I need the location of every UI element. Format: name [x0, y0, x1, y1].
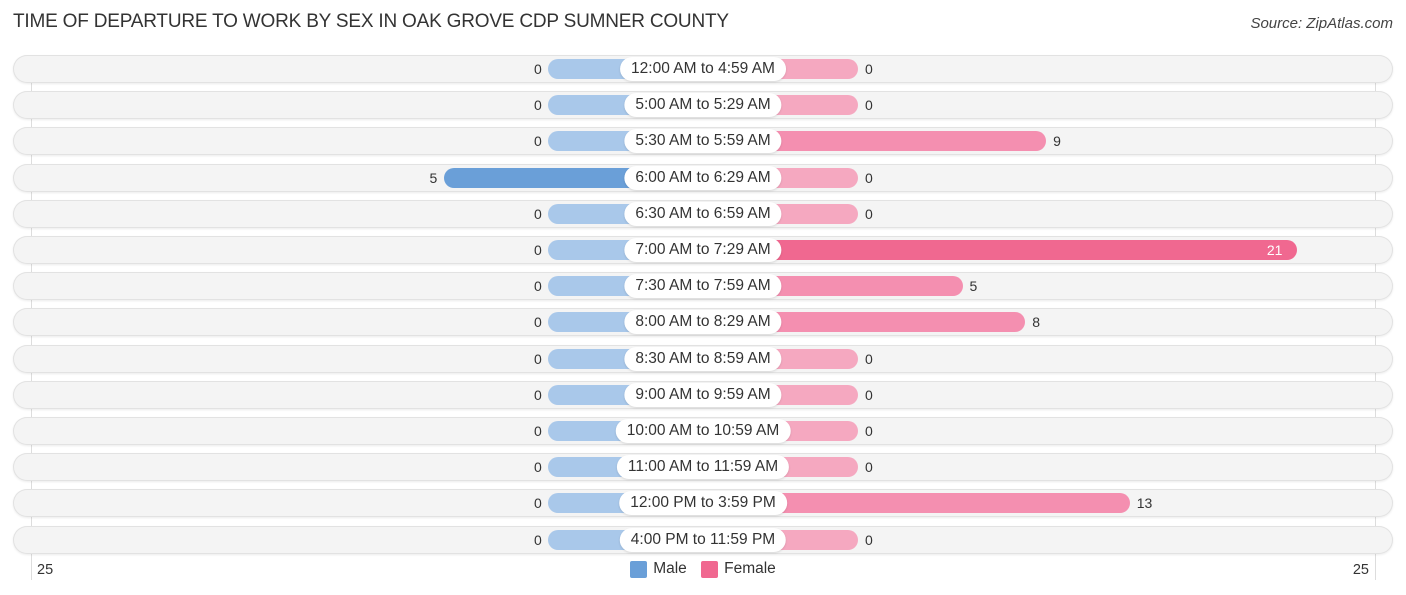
category-label: 8:00 AM to 8:29 AM: [624, 310, 782, 335]
category-label: 12:00 AM to 4:59 AM: [620, 57, 786, 81]
data-label-female: 0: [865, 61, 873, 77]
legend-item-male[interactable]: Male: [630, 560, 687, 578]
category-label: 8:30 AM to 8:59 AM: [624, 346, 782, 371]
category-label: 7:00 AM to 7:29 AM: [624, 238, 782, 262]
category-label: 10:00 AM to 10:59 AM: [615, 419, 791, 443]
data-label-female: 0: [865, 205, 873, 222]
data-label-female: 0: [865, 531, 873, 548]
data-label-female: 13: [1136, 495, 1153, 512]
category-label: 6:30 AM to 6:59 AM: [624, 201, 782, 226]
bar-female[interactable]: [703, 240, 1297, 260]
data-label-male: 0: [534, 386, 542, 403]
data-label-female: 9: [1053, 133, 1061, 150]
data-label-male: 0: [534, 459, 542, 476]
data-label-male: 0: [534, 133, 542, 150]
data-label-female: 21: [1266, 242, 1283, 258]
data-label-female: 0: [865, 169, 873, 186]
category-label: 4:00 PM to 11:59 PM: [619, 527, 787, 552]
data-label-female: 0: [865, 423, 873, 439]
legend-label-female: Female: [724, 560, 776, 577]
data-label-female: 0: [865, 386, 873, 403]
category-label: 5:30 AM to 5:59 AM: [624, 129, 782, 154]
data-label-male: 0: [534, 314, 542, 331]
legend: Male Female: [0, 560, 1406, 583]
data-label-male: 0: [534, 531, 542, 548]
data-label-female: 8: [1032, 314, 1040, 331]
data-label-male: 0: [534, 97, 542, 114]
data-label-male: 0: [534, 61, 542, 77]
data-label-female: 0: [865, 97, 873, 114]
legend-swatch-male: [630, 560, 648, 578]
category-label: 11:00 AM to 11:59 AM: [616, 455, 790, 480]
category-label: 6:00 AM to 6:29 AM: [624, 165, 782, 190]
data-label-male: 0: [534, 242, 542, 258]
data-label-female: 5: [969, 278, 978, 295]
data-label-female: 0: [865, 350, 873, 367]
data-label-female: 0: [865, 459, 873, 476]
chart-title: TIME OF DEPARTURE TO WORK BY SEX IN OAK …: [13, 11, 729, 32]
data-label-male: 0: [534, 350, 542, 367]
legend-swatch-female: [701, 560, 719, 578]
source-label: Source: ZipAtlas.com: [1250, 15, 1393, 32]
legend-label-male: Male: [653, 560, 687, 577]
category-label: 7:30 AM to 7:59 AM: [624, 274, 782, 299]
category-label: 9:00 AM to 9:59 AM: [624, 382, 782, 407]
category-label: 12:00 PM to 3:59 PM: [619, 491, 787, 516]
data-label-male: 0: [534, 423, 542, 439]
legend-item-female[interactable]: Female: [701, 560, 776, 578]
category-label: 5:00 AM to 5:29 AM: [624, 93, 782, 118]
data-label-male: 0: [534, 495, 542, 512]
data-label-male: 5: [429, 169, 438, 186]
data-label-male: 0: [534, 278, 542, 295]
data-label-male: 0: [534, 205, 542, 222]
